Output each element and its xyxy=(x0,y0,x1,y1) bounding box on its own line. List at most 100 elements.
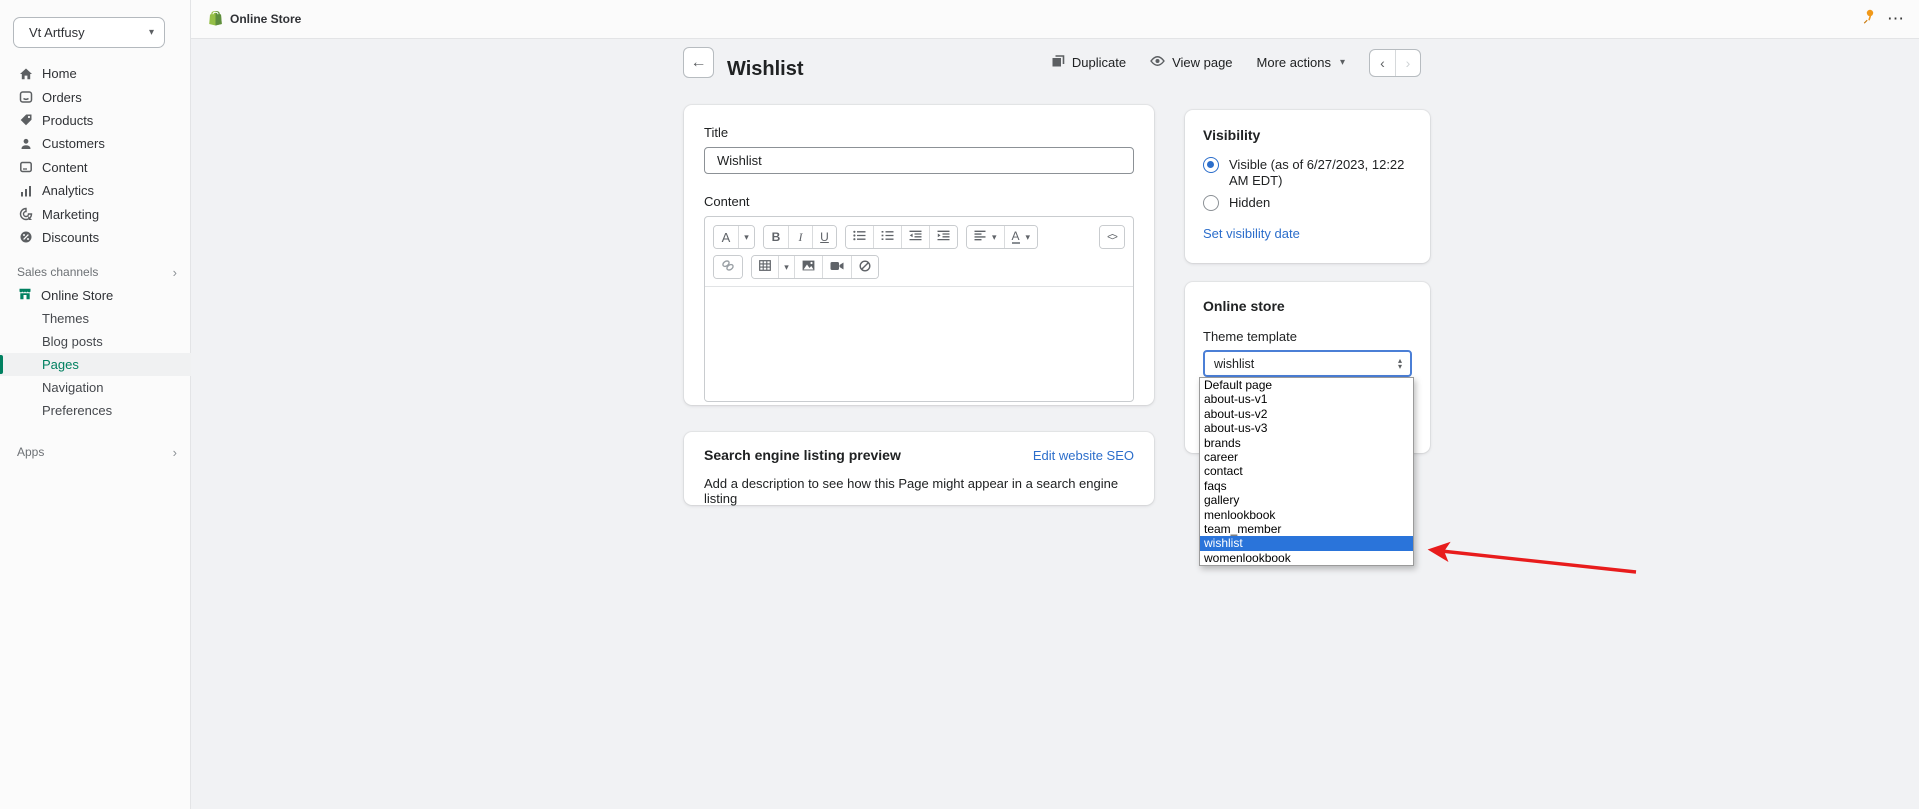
sidebar-item-pages[interactable]: Pages xyxy=(0,353,191,376)
sidebar-item-label: Customers xyxy=(42,136,105,151)
sidebar: Vt Artfusy ▾ Home Orders Products Custom… xyxy=(0,0,191,809)
sales-channels-header[interactable]: Sales channels › xyxy=(0,262,191,282)
seo-heading: Search engine listing preview xyxy=(704,447,901,463)
sidebar-item-orders[interactable]: Orders xyxy=(0,85,191,108)
template-option[interactable]: career xyxy=(1200,450,1413,464)
table-caret-button[interactable]: ▾ xyxy=(778,256,794,278)
sidebar-item-products[interactable]: Products xyxy=(0,109,191,132)
overflow-menu-icon[interactable]: ⋯ xyxy=(1887,9,1905,29)
sidebar-item-discounts[interactable]: Discounts xyxy=(0,226,191,249)
bold-button[interactable]: B xyxy=(764,226,788,248)
rich-text-editor: A ▾ B I U ▾ xyxy=(704,216,1134,402)
bar-chart-icon xyxy=(18,183,33,198)
numbered-list-icon xyxy=(881,230,894,244)
apps-label: Apps xyxy=(17,445,44,459)
template-option[interactable]: contact xyxy=(1200,464,1413,478)
template-option[interactable]: faqs xyxy=(1200,479,1413,493)
theme-template-select[interactable]: wishlist ▴▾ xyxy=(1203,350,1412,377)
hidden-radio-option[interactable]: Hidden xyxy=(1203,195,1412,211)
template-option[interactable]: about-us-v3 xyxy=(1200,421,1413,435)
insert-video-button[interactable] xyxy=(822,256,851,278)
template-option[interactable]: brands xyxy=(1200,436,1413,450)
home-icon xyxy=(18,66,33,81)
numbered-list-button[interactable] xyxy=(873,226,901,248)
insert-image-button[interactable] xyxy=(794,256,822,278)
radio-selected-icon xyxy=(1203,157,1219,173)
apps-header[interactable]: Apps › xyxy=(0,441,191,463)
editor-toolbar: A ▾ B I U ▾ xyxy=(705,217,1133,287)
alignment-button[interactable]: ▾ xyxy=(967,226,1004,248)
sidebar-item-marketing[interactable]: Marketing xyxy=(0,202,191,225)
insert-link-button[interactable] xyxy=(714,256,742,278)
insert-table-button[interactable] xyxy=(752,256,778,278)
template-option-selected[interactable]: wishlist xyxy=(1200,536,1413,550)
set-visibility-date-link[interactable]: Set visibility date xyxy=(1203,226,1300,241)
underline-button[interactable]: U xyxy=(812,226,836,248)
sidebar-item-label: Orders xyxy=(42,90,82,105)
seo-description: Add a description to see how this Page m… xyxy=(704,476,1134,506)
visibility-heading: Visibility xyxy=(1203,127,1412,143)
visible-radio-option[interactable]: Visible (as of 6/27/2023, 12:22 AM EDT) xyxy=(1203,157,1412,188)
html-code-button[interactable]: <> xyxy=(1100,226,1124,248)
template-option[interactable]: team_member xyxy=(1200,522,1413,536)
next-page-button[interactable]: › xyxy=(1395,50,1420,76)
video-icon xyxy=(830,260,844,274)
chevron-down-icon: ▾ xyxy=(1026,232,1031,243)
sidebar-item-navigation[interactable]: Navigation xyxy=(0,376,191,399)
toolbar-row-1: A ▾ B I U ▾ xyxy=(713,225,1125,249)
indent-icon xyxy=(937,230,950,244)
content-textarea[interactable] xyxy=(705,287,1133,400)
person-icon xyxy=(18,136,33,151)
indent-button[interactable] xyxy=(929,226,957,248)
view-page-button[interactable]: View page xyxy=(1150,55,1232,70)
sidebar-item-label: Discounts xyxy=(42,230,99,245)
file-icon xyxy=(18,160,33,175)
breadcrumb[interactable]: Online Store xyxy=(208,10,301,29)
template-option[interactable]: menlookbook xyxy=(1200,508,1413,522)
clear-formatting-button[interactable] xyxy=(851,256,878,278)
sidebar-nav: Home Orders Products Customers Content A… xyxy=(0,62,191,422)
store-switcher[interactable]: Vt Artfusy ▾ xyxy=(13,17,165,48)
chevron-down-icon: ▾ xyxy=(149,27,154,38)
template-option[interactable]: Default page xyxy=(1200,378,1413,392)
template-option[interactable]: about-us-v2 xyxy=(1200,407,1413,421)
text-style-caret-button[interactable]: ▾ xyxy=(738,226,754,248)
sidebar-item-preferences[interactable]: Preferences xyxy=(0,399,191,422)
more-actions-button[interactable]: More actions ▾ xyxy=(1257,55,1345,70)
sidebar-item-content[interactable]: Content xyxy=(0,156,191,179)
title-input[interactable] xyxy=(704,147,1134,174)
sidebar-item-online-store[interactable]: Online Store xyxy=(0,284,191,307)
text-color-icon: A xyxy=(1012,231,1020,244)
discount-icon xyxy=(18,230,33,245)
previous-page-button[interactable]: ‹ xyxy=(1370,50,1395,76)
duplicate-button[interactable]: Duplicate xyxy=(1051,54,1126,71)
bulleted-list-button[interactable] xyxy=(846,226,873,248)
chevron-right-icon: › xyxy=(173,265,177,280)
chevron-down-icon: ▾ xyxy=(744,232,749,243)
sidebar-item-customers[interactable]: Customers xyxy=(0,132,191,155)
edit-website-seo-link[interactable]: Edit website SEO xyxy=(1033,448,1134,463)
text-color-button[interactable]: A▾ xyxy=(1004,226,1038,248)
seo-card: Search engine listing preview Edit websi… xyxy=(684,432,1154,505)
chevron-down-icon: ▾ xyxy=(992,232,997,243)
sidebar-item-label: Marketing xyxy=(42,207,99,222)
sidebar-item-home[interactable]: Home xyxy=(0,62,191,85)
bulleted-list-icon xyxy=(853,230,866,244)
megaphone-icon xyxy=(18,207,33,222)
back-button[interactable]: ← xyxy=(683,47,714,78)
text-style-button[interactable]: A xyxy=(714,226,738,248)
storefront-icon xyxy=(18,287,32,304)
store-name: Vt Artfusy xyxy=(29,25,85,40)
sidebar-item-themes[interactable]: Themes xyxy=(0,307,191,330)
template-option[interactable]: womenlookbook xyxy=(1200,551,1413,565)
radio-unselected-icon xyxy=(1203,195,1219,211)
template-option[interactable]: about-us-v1 xyxy=(1200,392,1413,406)
outdent-icon xyxy=(909,230,922,244)
pin-icon[interactable] xyxy=(1862,9,1875,29)
sidebar-item-blog-posts[interactable]: Blog posts xyxy=(0,330,191,353)
template-option[interactable]: gallery xyxy=(1200,493,1413,507)
outdent-button[interactable] xyxy=(901,226,929,248)
italic-button[interactable]: I xyxy=(788,226,812,248)
breadcrumb-label: Online Store xyxy=(230,12,301,26)
sidebar-item-analytics[interactable]: Analytics xyxy=(0,179,191,202)
